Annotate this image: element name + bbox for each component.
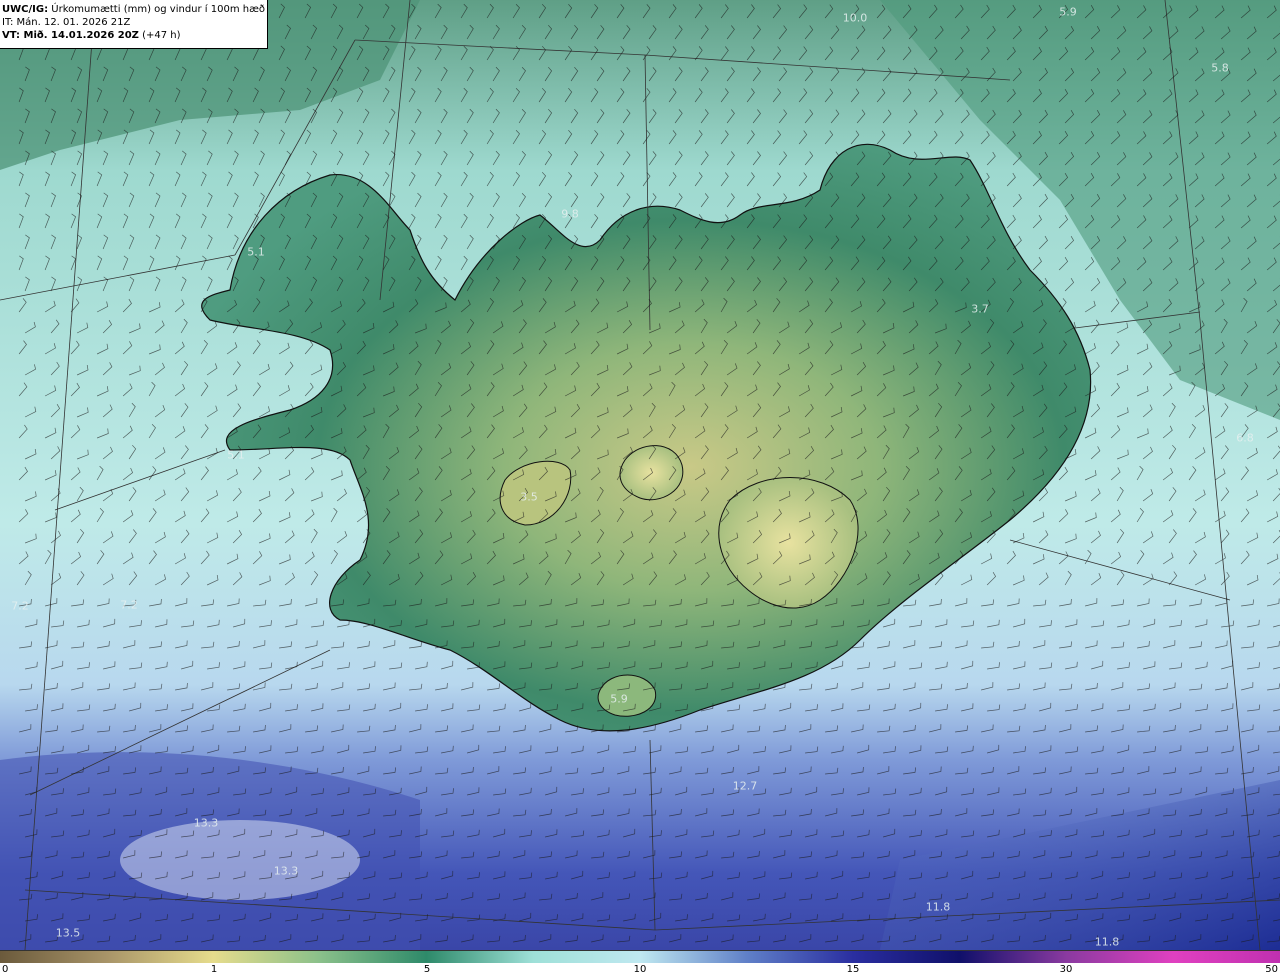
value-label: 13.3	[273, 864, 299, 878]
value-label: 13.3	[193, 816, 219, 830]
forecast-info-box: UWC/IG: Úrkomumætti (mm) og vindur í 100…	[0, 0, 268, 49]
product-title: Úrkomumætti (mm) og vindur í 100m hæð	[51, 4, 266, 15]
colorbar-tick: 30	[1059, 964, 1073, 975]
value-label: 5.9	[1059, 5, 1077, 19]
value-label: 3.7	[971, 302, 989, 316]
forecast-map: 10.0 5.9 5.8 9.8 5.1 3.7 6.8 5.1 3.5 7.2…	[0, 0, 1280, 978]
lead-time: (+47 h)	[142, 30, 181, 41]
value-label: 5.9	[610, 692, 628, 706]
value-label: 10.0	[842, 11, 868, 25]
value-label: 12.7	[732, 779, 758, 793]
value-label: 7.2	[120, 598, 138, 612]
map-canvas	[0, 0, 1280, 950]
value-label: 11.8	[925, 900, 951, 914]
colorbar-tick: 5	[423, 964, 431, 975]
colorbar-tick: 1	[210, 964, 218, 975]
colorbar-strip	[0, 950, 1280, 963]
value-label: 9.8	[561, 207, 579, 221]
value-label: 5.1	[247, 245, 265, 259]
colorbar: 0 1 5 10 15 30 50	[0, 950, 1280, 978]
value-label: 5.8	[1211, 61, 1229, 75]
value-label: 13.5	[55, 926, 81, 940]
product-code: UWC/IG:	[2, 4, 49, 15]
init-time: IT: Mán. 12. 01. 2026 21Z	[2, 17, 131, 28]
value-label: 3.5	[520, 490, 538, 504]
sw-light-patch	[120, 820, 360, 900]
title-row: UWC/IG: Úrkomumætti (mm) og vindur í 100…	[2, 3, 267, 16]
colorbar-tick: 15	[846, 964, 860, 975]
value-label: 11.8	[1094, 935, 1120, 949]
valid-time: VT: Mið. 14.01.2026 20Z	[2, 30, 139, 41]
colorbar-tick: 10	[633, 964, 647, 975]
value-label: 6.8	[1236, 431, 1254, 445]
value-label: 5.1	[227, 448, 245, 462]
value-label: 7.2	[11, 599, 29, 613]
valid-time-row: VT: Mið. 14.01.2026 20Z (+47 h)	[2, 29, 267, 42]
colorbar-tick: 0	[2, 964, 9, 975]
colorbar-tick: 50	[1265, 964, 1278, 975]
